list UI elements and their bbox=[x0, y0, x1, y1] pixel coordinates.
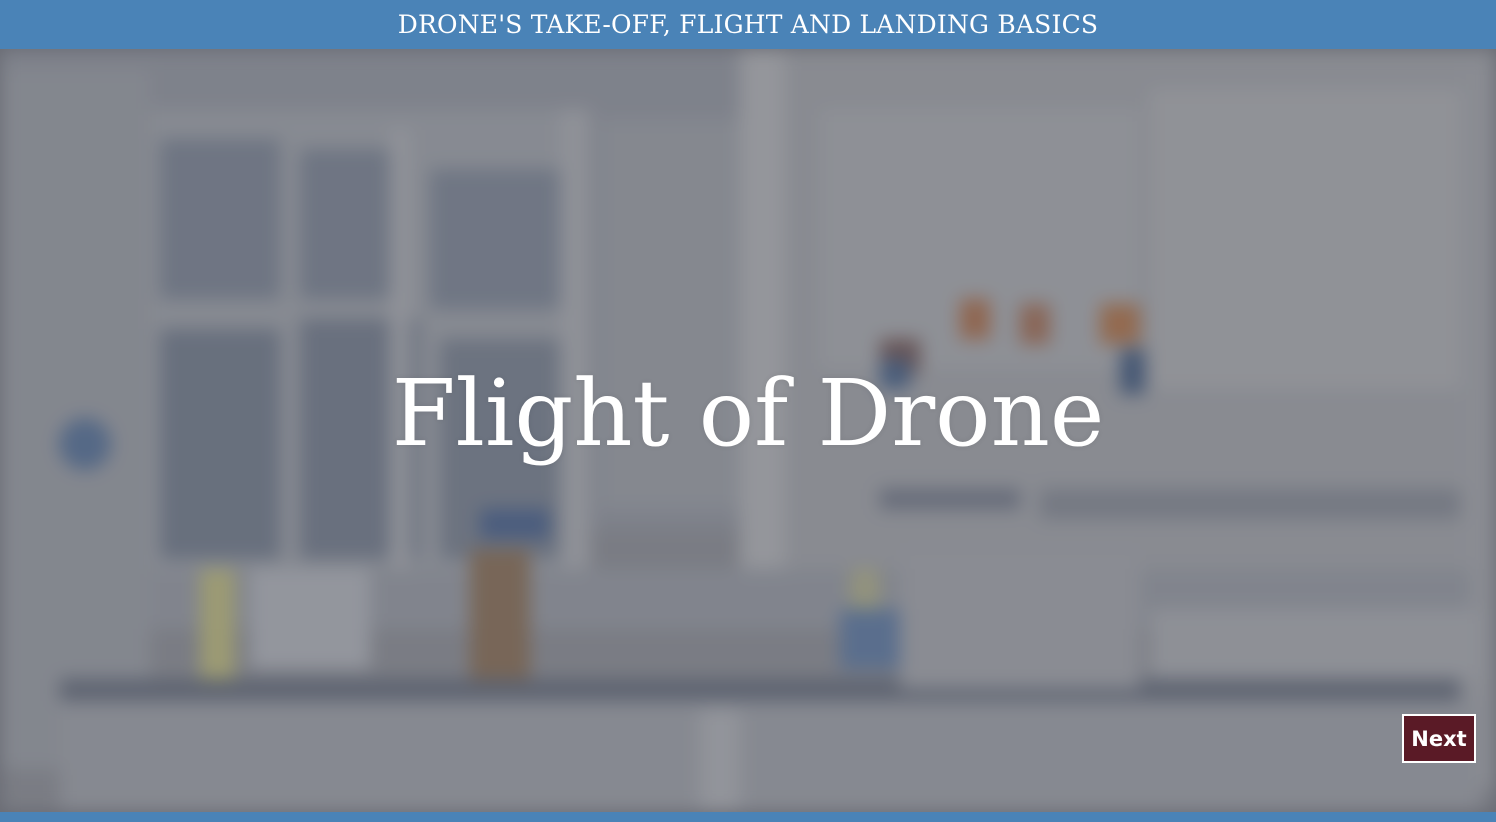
course-player: DRONE'S TAKE-OFF, FLIGHT AND LANDING BAS… bbox=[0, 0, 1496, 822]
slide-title: Flight of Drone bbox=[391, 360, 1105, 467]
course-title: DRONE'S TAKE-OFF, FLIGHT AND LANDING BAS… bbox=[397, 10, 1099, 39]
slide-stage: Flight of Drone Next bbox=[0, 49, 1496, 812]
footer-bar bbox=[0, 812, 1496, 822]
course-header: DRONE'S TAKE-OFF, FLIGHT AND LANDING BAS… bbox=[0, 0, 1496, 49]
next-button[interactable]: Next bbox=[1402, 714, 1476, 763]
